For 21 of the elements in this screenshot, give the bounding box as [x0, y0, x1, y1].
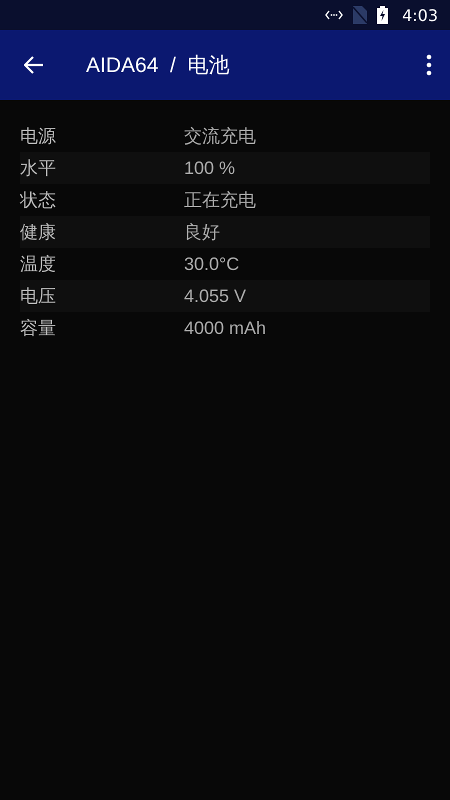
property-label: 温度 — [20, 253, 57, 276]
battery-charging-icon — [377, 6, 388, 24]
property-label: 容量 — [20, 317, 57, 340]
property-value: 交流充电 — [184, 125, 256, 148]
back-arrow-icon — [24, 56, 44, 74]
property-value: 4000 mAh — [184, 318, 266, 338]
property-label: 电压 — [20, 285, 57, 308]
no-sim-icon — [353, 6, 368, 24]
property-label: 电源 — [20, 125, 57, 148]
property-value: 正在充电 — [184, 189, 256, 212]
property-label: 水平 — [20, 157, 57, 180]
property-label: 状态 — [20, 189, 57, 212]
property-value: 良好 — [184, 221, 220, 244]
screen-title: AIDA64 / 电池 — [86, 53, 230, 79]
more-icon — [426, 54, 432, 76]
property-value: 4.055 V — [184, 286, 246, 306]
data-transfer-icon — [325, 10, 344, 20]
clock: 4:03 — [402, 6, 438, 24]
property-label: 健康 — [20, 221, 57, 244]
property-value: 30.0°C — [184, 254, 240, 274]
property-value: 100 % — [184, 158, 236, 178]
